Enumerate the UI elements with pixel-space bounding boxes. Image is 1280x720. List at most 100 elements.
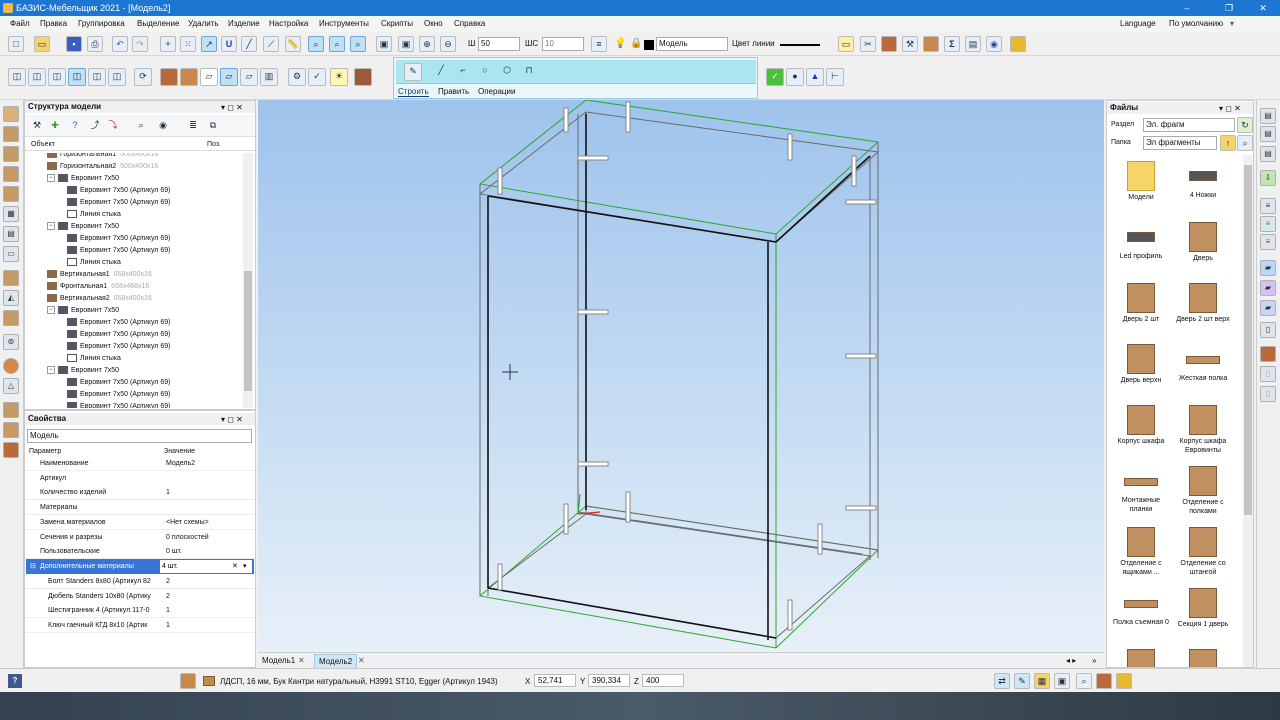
tree-item[interactable]: Евровинт 7x50 (Артикул 69) (25, 185, 170, 197)
cut-icon[interactable]: ✂ (860, 36, 876, 52)
library-item[interactable]: Дверь верхн (1111, 342, 1171, 400)
tree-item[interactable]: Линия стыка (25, 209, 121, 221)
menu-settings[interactable]: Настройка (269, 16, 308, 32)
tab-model1[interactable]: Модель1 (262, 656, 295, 665)
library-item[interactable]: Дверь 2 шт (1111, 281, 1171, 339)
line-icon[interactable]: ╱ (432, 63, 450, 81)
edge-band-icon[interactable]: ≡ (1260, 198, 1276, 214)
property-row[interactable]: Замена материалов <Нет схемы> (26, 514, 254, 530)
u-snap-icon[interactable]: U (221, 36, 237, 52)
chevron-down-icon[interactable]: ▾ (1230, 16, 1234, 32)
check-circle-icon[interactable]: ✓ (308, 68, 326, 86)
clear-icon[interactable]: ✕ (232, 559, 238, 574)
revolve-icon[interactable]: ◭ (3, 290, 19, 306)
tree-item[interactable]: Вертикальная1 668x400x16 (25, 269, 152, 281)
snap-angle-icon[interactable]: ↗ (201, 36, 217, 52)
bulb-icon[interactable]: 💡 (614, 38, 626, 49)
polyline-icon[interactable]: ⌐ (454, 63, 472, 81)
extra-material-qty[interactable]: 2 (166, 574, 170, 589)
zoom-all-icon[interactable]: ⌕ (329, 36, 345, 52)
tree-item[interactable]: − Евровинт 7x50 (25, 173, 119, 185)
wallet-icon[interactable] (1010, 36, 1026, 52)
library-item[interactable]: Полка съемная 0 (1111, 586, 1171, 644)
list-view-icon[interactable]: ≣ (185, 118, 201, 134)
close-button[interactable]: ✕ (1246, 0, 1280, 16)
tree-item[interactable]: Евровинт 7x50 (Артикул 69) (25, 401, 170, 408)
import-icon[interactable]: ⇩ (1260, 170, 1276, 186)
add-icon[interactable]: ✚ (47, 118, 63, 134)
edge-add-icon[interactable]: ≡ (1260, 216, 1276, 232)
undo-icon[interactable]: ↶ (112, 36, 128, 52)
view-iso-icon[interactable]: ◫ (68, 68, 86, 86)
panel-frontal-icon[interactable] (3, 146, 19, 162)
tab-operations[interactable]: Операции (478, 87, 515, 96)
facade-icon[interactable] (3, 422, 19, 438)
sphere-icon[interactable] (3, 358, 19, 374)
panel-icon[interactable] (881, 36, 897, 52)
tree-item[interactable]: − Евровинт 7x50 (25, 305, 119, 317)
library-item[interactable]: Корпус шкафа Евровинты (1173, 403, 1233, 461)
sweep-icon[interactable] (3, 310, 19, 326)
tree-item[interactable]: Евровинт 7x50 (Артикул 69) (25, 329, 170, 341)
panel-freeform-icon[interactable] (3, 166, 19, 182)
tree-item[interactable]: Горизонтальная1 500x400x16 (25, 153, 158, 161)
property-value[interactable]: <Нет схемы> (166, 515, 209, 530)
property-value[interactable]: 1 (166, 485, 170, 500)
menu-scripts[interactable]: Скрипты (381, 16, 413, 32)
property-row[interactable]: Сечения и разрезы 0 плоскостей (26, 529, 254, 545)
property-row[interactable]: Артикул (26, 470, 254, 486)
weight-icon[interactable]: ● (786, 68, 804, 86)
library-item[interactable]: Отделение с полками (1173, 464, 1233, 522)
extrude-icon[interactable] (3, 270, 19, 286)
menu-help[interactable]: Справка (454, 16, 485, 32)
zoom-window-icon[interactable]: ⌕ (308, 36, 324, 52)
open-folder-icon[interactable]: ▭ (34, 36, 50, 52)
extra-material-row[interactable]: Дюбель Standers 10x80 (Артику 2 (26, 588, 254, 604)
library-item[interactable]: Отделение с ящиками ... (1111, 525, 1171, 583)
refresh-icon[interactable]: ↻ (1237, 117, 1253, 133)
tab-scroll-icon[interactable]: ◂ ▸ (1066, 656, 1076, 665)
section-icon[interactable]: ▥ (260, 68, 278, 86)
hidden-lines-icon[interactable]: ▱ (220, 68, 238, 86)
sheet-list-icon[interactable]: ▤ (1260, 146, 1276, 162)
menu-group[interactable]: Группировка (78, 16, 125, 32)
tab-edit[interactable]: Править (438, 87, 469, 96)
eye-icon[interactable]: ◉ (986, 36, 1002, 52)
panel-horizontal-icon[interactable] (3, 106, 19, 122)
collapse-icon[interactable]: − (47, 366, 55, 375)
z-coordinate[interactable]: 400 (642, 674, 684, 687)
measure-icon[interactable]: ⟋ (263, 36, 279, 52)
material-pick-icon[interactable] (180, 673, 196, 689)
collapse-icon[interactable]: ⊟ (30, 559, 36, 574)
extra-material-qty[interactable]: 2 (166, 589, 170, 604)
default-profile-menu[interactable]: По умолчанию (1169, 16, 1223, 32)
dropdown-icon[interactable]: ▾ (243, 559, 247, 574)
status-tool-4-icon[interactable]: ▣ (1054, 673, 1070, 689)
snap-points-icon[interactable]: + (160, 36, 176, 52)
view-left-icon[interactable]: ◫ (48, 68, 66, 86)
transparent-icon[interactable]: ▱ (240, 68, 258, 86)
accept-icon[interactable]: ✓ (766, 68, 784, 86)
extra-material-qty[interactable]: 1 (166, 618, 170, 633)
texture-copy-icon[interactable]: ▯ (1260, 366, 1276, 382)
stats-icon[interactable]: ▤ (965, 36, 981, 52)
property-row[interactable]: Материалы (26, 500, 254, 516)
tab-model2-close[interactable]: ✕ (358, 656, 365, 665)
dimension-icon[interactable]: ⊢ (826, 68, 844, 86)
tree-item[interactable]: Евровинт 7x50 (Артикул 69) (25, 233, 170, 245)
collapse-icon[interactable]: − (47, 222, 55, 231)
library-item[interactable]: Монтажные планки (1111, 464, 1171, 522)
view-back-icon[interactable]: ◫ (28, 68, 46, 86)
section-select[interactable]: Эл. фрагм (1143, 118, 1235, 132)
layers-icon[interactable]: ⧉ (205, 118, 221, 134)
print-icon[interactable]: ⎙ (87, 36, 103, 52)
tree-item[interactable]: − Евровинт 7x50 (25, 365, 119, 377)
wireframe-icon[interactable]: ▱ (200, 68, 218, 86)
texture-icon[interactable] (1260, 346, 1276, 362)
property-value[interactable]: 0 плоскостей (166, 530, 209, 545)
tree-item[interactable]: Евровинт 7x50 (Артикул 69) (25, 389, 170, 401)
help-icon[interactable]: ? (8, 674, 22, 688)
menu-file[interactable]: Файл (10, 16, 30, 32)
ruler-icon[interactable]: 📏 (285, 36, 301, 52)
zoom-in-icon[interactable]: ⊕ (419, 36, 435, 52)
